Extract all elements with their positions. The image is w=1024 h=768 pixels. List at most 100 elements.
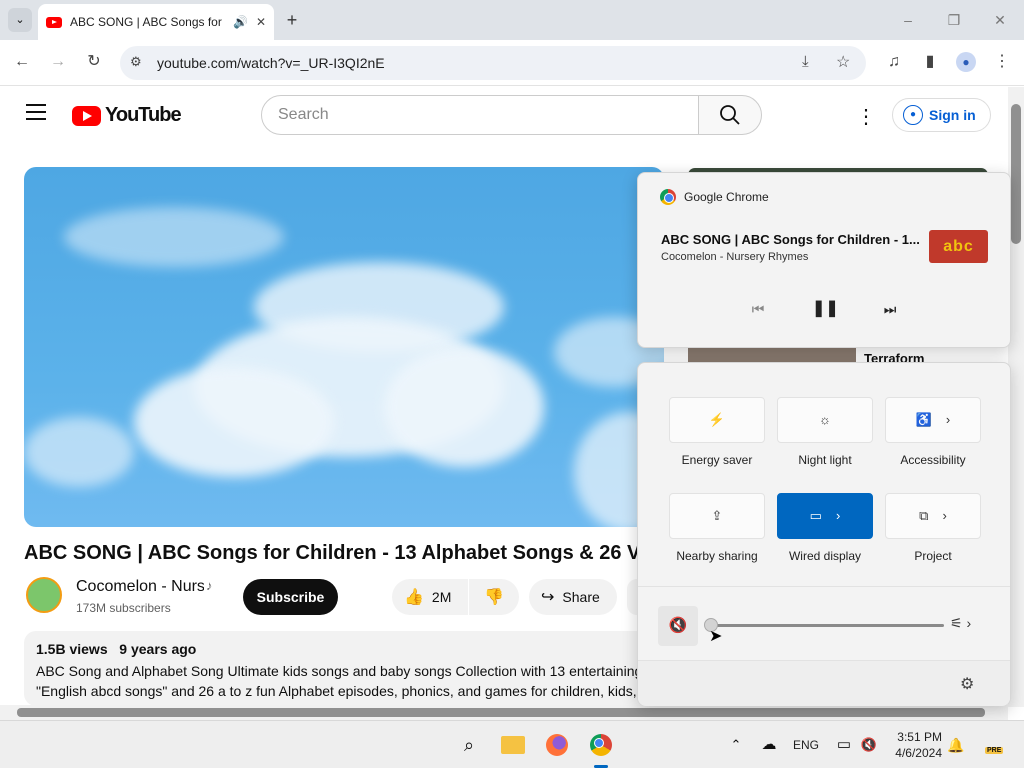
settings-gear-icon[interactable]: ⚙ (960, 674, 974, 694)
chevron-right-icon[interactable]: › (942, 508, 946, 523)
hamburger-menu-icon[interactable] (26, 104, 46, 120)
night-light-icon: ☼ (819, 412, 831, 427)
forward-arrow-icon[interactable]: → (46, 50, 70, 74)
channel-name[interactable]: Cocomelon - Nursery Rhymes (76, 578, 204, 596)
volume-muted-icon[interactable]: 🔇 (855, 731, 883, 759)
quick-tile-nearby-sharing[interactable]: ⇪ (669, 493, 765, 539)
firefox-icon[interactable] (543, 731, 571, 759)
network-icon[interactable]: ▭ (830, 731, 858, 759)
install-app-icon[interactable]: ⤓ (802, 53, 809, 70)
subscribe-button[interactable]: Subscribe (243, 579, 338, 615)
video-description[interactable]: 1.5B views 9 years ago ABC Song and Alph… (24, 631, 664, 706)
bookmark-star-icon[interactable]: ☆ (836, 52, 850, 72)
vertical-scroll-thumb[interactable] (1011, 104, 1021, 244)
media-title: ABC SONG | ABC Songs for Children - 1... (661, 232, 920, 247)
notifications-bell-icon[interactable]: 🔔 (942, 731, 970, 759)
volume-slider-track[interactable] (710, 624, 944, 627)
sign-in-label: Sign in (929, 107, 976, 123)
search-button[interactable] (698, 95, 762, 135)
reload-icon[interactable]: ↻ (82, 50, 106, 74)
language-indicator[interactable]: ENG (793, 738, 819, 752)
upload-age: 9 years ago (119, 641, 197, 657)
pause-icon[interactable]: ❚❚ (812, 297, 839, 321)
thumbs-up-icon: 👍 (404, 589, 424, 606)
chrome-taskbar-icon[interactable] (587, 731, 615, 759)
chevron-right-icon[interactable]: › (836, 508, 840, 523)
quick-tile-energy-saver[interactable]: ⚡ (669, 397, 765, 443)
quick-tile-night-light[interactable]: ☼ (777, 397, 873, 443)
tab-search-button[interactable]: ⌄ (8, 8, 32, 32)
side-panel-icon[interactable]: ▮ (918, 50, 942, 74)
energy-saver-icon: ⚡ (708, 412, 726, 427)
account-icon: ● (903, 105, 923, 125)
view-meta: 1.5B views 9 years ago (36, 641, 652, 657)
dislike-button[interactable]: 👎 (469, 579, 519, 615)
media-controls-icon[interactable]: ♫ (882, 50, 906, 74)
tab-close-icon[interactable]: ✕ (256, 15, 266, 29)
subscriber-count: 173M subscribers (76, 601, 171, 615)
quick-tile-label: Wired display (788, 549, 862, 563)
sign-in-button[interactable]: ● Sign in (892, 98, 991, 132)
search-icon[interactable]: ⌕ (455, 731, 483, 759)
file-explorer-icon[interactable] (499, 731, 527, 759)
mouse-cursor-icon: ➤ (709, 628, 723, 645)
mute-toggle-button[interactable]: 🔇 (658, 606, 698, 646)
new-tab-button[interactable]: + (282, 8, 302, 32)
share-button[interactable]: ↪ Share (529, 579, 617, 615)
show-hidden-icons-chevron-icon[interactable]: ⌃ (722, 731, 750, 759)
cloud-shape (24, 417, 134, 487)
back-arrow-icon[interactable]: ← (10, 50, 34, 74)
media-app-header: Google Chrome (660, 189, 769, 205)
quick-tile-label: Night light (798, 453, 852, 467)
chrome-menu-icon[interactable]: ⋮ (990, 50, 1014, 74)
preview-badge: PRE (985, 747, 1004, 754)
video-player[interactable] (24, 167, 664, 527)
restore-button[interactable]: ❐ (940, 8, 968, 32)
tab-strip: ⌄ ABC SONG | ABC Songs for 🔊 ✕ + – ❐ ✕ (0, 0, 1024, 40)
cloud-shape (64, 207, 284, 267)
horizontal-scroll-thumb[interactable] (17, 708, 985, 717)
cloud-shape (134, 367, 334, 477)
onedrive-offline-icon[interactable]: ☁ (755, 731, 783, 759)
divider (638, 586, 1010, 587)
previous-track-icon[interactable]: ⏮ (746, 297, 770, 321)
volume-mixer-button[interactable]: ⚟ › (950, 615, 971, 632)
quick-tile-label: Energy saver (681, 453, 753, 467)
description-text: "English abcd songs" and 26 a to z fun A… (36, 683, 637, 699)
search-input[interactable]: Search (261, 95, 699, 135)
chrome-logo-icon (660, 189, 676, 205)
youtube-logo[interactable]: YouTube (72, 104, 182, 127)
clock-date: 4/6/2024 (895, 746, 942, 760)
like-button[interactable]: 👍 2M (392, 579, 468, 615)
close-window-button[interactable]: ✕ (986, 8, 1014, 32)
browser-toolbar: ← → ↻ ⚙ youtube.com/watch?v=_UR-I3QI2nE … (0, 40, 1024, 86)
chevron-right-icon[interactable]: › (946, 412, 950, 427)
nearby-sharing-icon: ⇪ (711, 508, 723, 523)
recommended-thumbnail[interactable] (688, 348, 856, 362)
quick-tile-accessibility[interactable]: ♿ › (885, 397, 981, 443)
address-bar[interactable]: ⚙ youtube.com/watch?v=_UR-I3QI2nE ⤓ ☆ (120, 46, 866, 80)
youtube-favicon-icon (46, 16, 62, 28)
quick-tile-label: Nearby sharing (676, 549, 758, 563)
youtube-wordmark: YouTube (105, 104, 182, 126)
youtube-play-logo-icon (72, 105, 101, 126)
more-options-icon[interactable]: ⋮ (856, 104, 876, 129)
next-track-icon[interactable]: ⏭ (878, 297, 902, 321)
video-title: ABC SONG | ABC Songs for Children - 13 A… (24, 542, 644, 564)
clock[interactable]: 3:51 PM 4/6/2024 (892, 729, 942, 761)
site-info-icon[interactable]: ⚙ (130, 54, 142, 70)
quick-tile-wired-display[interactable]: ▭ › (777, 493, 873, 539)
quick-settings-footer (638, 660, 1010, 706)
tab-title: ABC SONG | ABC Songs for (70, 15, 222, 29)
media-flyout: Google Chrome ABC SONG | ABC Songs for C… (637, 172, 1011, 348)
share-label: Share (562, 589, 600, 605)
channel-avatar[interactable] (26, 577, 62, 613)
url-text: youtube.com/watch?v=_UR-I3QI2nE (157, 55, 385, 71)
minimize-button[interactable]: – (894, 8, 922, 32)
profile-avatar-icon[interactable]: ● (954, 50, 978, 74)
tab-audio-icon[interactable]: 🔊 (233, 15, 248, 29)
quick-tile-label: Project (914, 549, 952, 563)
quick-tile-project[interactable]: ⧉ › (885, 493, 981, 539)
quick-tile-label: Accessibility (900, 453, 966, 467)
browser-tab-active[interactable]: ABC SONG | ABC Songs for 🔊 ✕ (38, 4, 274, 40)
